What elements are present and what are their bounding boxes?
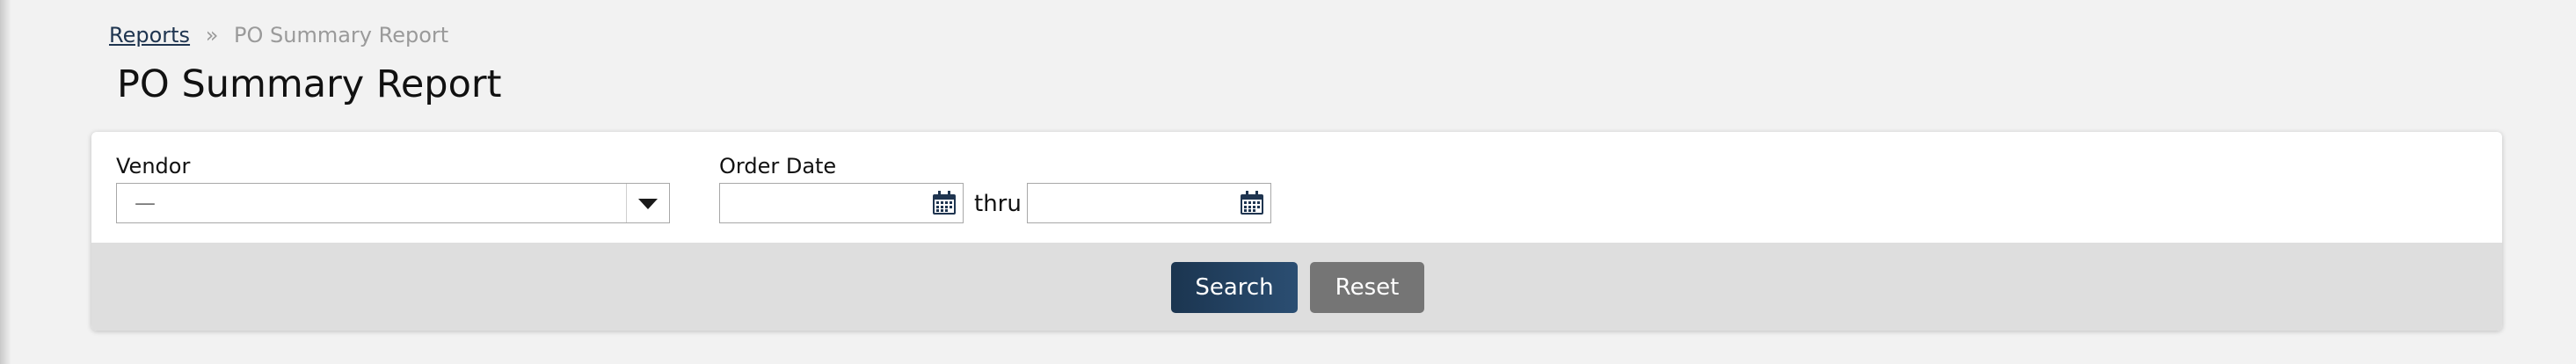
- calendar-icon[interactable]: [1239, 190, 1265, 216]
- breadcrumb-current: PO Summary Report: [234, 23, 449, 47]
- breadcrumb-separator: »: [205, 23, 219, 47]
- vendor-label: Vendor: [116, 154, 191, 178]
- order-date-to-input[interactable]: [1028, 184, 1230, 222]
- search-button[interactable]: Search: [1171, 262, 1298, 313]
- order-date-label: Order Date: [719, 154, 837, 178]
- calendar-icon[interactable]: [931, 190, 957, 216]
- order-date-from-field: [719, 183, 964, 223]
- chevron-down-icon: [638, 199, 658, 209]
- reset-button[interactable]: Reset: [1310, 262, 1424, 313]
- search-panel: Vendor — Order Date thru Search Reset: [91, 132, 2502, 331]
- breadcrumb-link-reports[interactable]: Reports: [109, 23, 190, 47]
- vendor-select[interactable]: —: [116, 183, 670, 223]
- action-bar: Search Reset: [91, 243, 2502, 331]
- date-range-separator: thru: [974, 191, 1022, 217]
- filter-fields: Vendor — Order Date thru: [91, 132, 2502, 243]
- order-date-to-field: [1027, 183, 1271, 223]
- order-date-from-input[interactable]: [720, 184, 922, 222]
- window-edge: [0, 0, 11, 364]
- page-title: PO Summary Report: [117, 62, 502, 106]
- vendor-select-value: —: [135, 191, 156, 215]
- vendor-dropdown-toggle[interactable]: [626, 184, 669, 222]
- breadcrumb: Reports » PO Summary Report: [109, 21, 448, 49]
